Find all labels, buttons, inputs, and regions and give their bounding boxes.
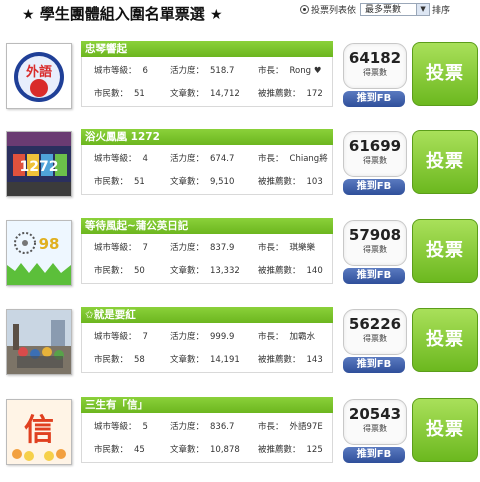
recommended-stat: 被推薦數： 125	[258, 445, 323, 455]
articles-stat: 文章數： 14,712	[170, 89, 240, 99]
vote-count-box: 61699 得票數	[343, 131, 407, 177]
citizens-stat: 市民數： 51	[94, 89, 145, 99]
vote-button[interactable]: 投票	[412, 398, 478, 462]
city-level-stat: 城市等級： 6	[94, 66, 148, 76]
vitality-stat: 活力度： 518.7	[170, 66, 235, 76]
citizens-stat: 市民數： 50	[94, 266, 145, 276]
city-level-stat: 城市等級： 7	[94, 332, 148, 342]
stats-panel: 城市等級： 7 活力度： 837.9 市長： 琪樂樂 市民數： 50 文章數： 13,33…	[81, 234, 333, 284]
team-avatar: 1272	[6, 131, 72, 197]
mayor-stat: 市長： Chiang將	[258, 154, 328, 164]
vitality-stat: 活力度： 836.7	[170, 422, 235, 432]
recommended-stat: 被推薦數： 103	[258, 177, 323, 187]
team-name[interactable]: 浴火鳳凰 1272	[81, 129, 333, 145]
vitality-stat: 活力度： 999.9	[170, 332, 235, 342]
vote-count-label: 得票數	[363, 245, 387, 254]
sort-radio[interactable]	[300, 5, 309, 14]
vote-button[interactable]: 投票	[412, 308, 478, 372]
avatar-text: 98	[39, 235, 60, 253]
sort-bar: 投票列表依 最多票數 ▼ 排序	[300, 2, 478, 20]
sort-select[interactable]: 最多票數 ▼	[360, 3, 431, 16]
vote-button[interactable]: 投票	[412, 219, 478, 283]
share-fb-button[interactable]: 推到FB	[343, 447, 405, 463]
mayor-stat: 市長： 外語97E	[258, 422, 323, 432]
city-level-stat: 城市等級： 4	[94, 154, 148, 164]
vote-count: 20543	[348, 405, 402, 423]
vote-count-box: 56226 得票數	[343, 309, 407, 355]
stats-panel: 城市等級： 4 活力度： 674.7 市長： Chiang將 市民數： 51 文章數： 9…	[81, 145, 333, 195]
team-avatar: 98	[6, 220, 72, 286]
entry-card: 信 三生有「信」 城市等級： 5 活力度： 836.7 市長： 外語97E 市民數： 4…	[0, 396, 480, 482]
page-title-text: 學生團體組入圍名單票選	[39, 5, 205, 23]
vote-count-label: 得票數	[363, 424, 387, 433]
mayor-stat: 市長： 加霸水	[258, 332, 316, 342]
stats-panel: 城市等級： 7 活力度： 999.9 市長： 加霸水 市民數： 58 文章數： 14,19…	[81, 323, 333, 373]
city-level-stat: 城市等級： 7	[94, 243, 148, 253]
team-name[interactable]: 忠琴響起	[81, 41, 333, 57]
articles-stat: 文章數： 9,510	[170, 177, 235, 187]
citizens-stat: 市民數： 51	[94, 177, 145, 187]
articles-stat: 文章數： 13,332	[170, 266, 240, 276]
vote-count: 64182	[348, 49, 402, 67]
entry-card: 外語 忠琴響起 城市等級： 6 活力度： 518.7 市長： Rong ♥ 市民數： 5…	[0, 40, 480, 126]
vote-count: 57908	[348, 226, 402, 244]
stats-panel: 城市等級： 6 活力度： 518.7 市長： Rong ♥ 市民數： 51 文章數： 14…	[81, 57, 333, 107]
mayor-stat: 市長： 琪樂樂	[258, 243, 316, 253]
citizens-stat: 市民數： 58	[94, 355, 145, 365]
page-header: ★ 學生團體組入圍名單票選 ★ 投票列表依 最多票數 ▼ 排序	[0, 0, 480, 28]
team-avatar: 信	[6, 399, 72, 465]
vitality-stat: 活力度： 674.7	[170, 154, 235, 164]
star-icon: ★	[210, 7, 223, 23]
vote-count-box: 20543 得票數	[343, 399, 407, 445]
team-name[interactable]: ✩就是要紅	[81, 307, 333, 323]
team-name[interactable]: 等待風起~蒲公英日記	[81, 218, 333, 234]
avatar-text: 信	[24, 413, 54, 448]
star-icon: ★	[22, 7, 35, 23]
vote-count-label: 得票數	[363, 156, 387, 165]
vote-count-label: 得票數	[363, 334, 387, 343]
vote-count-box: 64182 得票數	[343, 43, 407, 89]
share-fb-button[interactable]: 推到FB	[343, 91, 405, 107]
avatar-text: 1272	[20, 159, 59, 175]
page-title: ★ 學生團體組入圍名單票選 ★	[22, 3, 280, 25]
recommended-stat: 被推薦數： 172	[258, 89, 323, 99]
articles-stat: 文章數： 14,191	[170, 355, 240, 365]
sort-label: 投票列表依	[311, 6, 357, 16]
team-name[interactable]: 三生有「信」	[81, 397, 333, 413]
citizens-stat: 市民數： 45	[94, 445, 145, 455]
vote-count-box: 57908 得票數	[343, 220, 407, 266]
team-avatar: 外語	[6, 43, 72, 109]
recommended-stat: 被推薦數： 143	[258, 355, 323, 365]
city-level-stat: 城市等級： 5	[94, 422, 148, 432]
share-fb-button[interactable]: 推到FB	[343, 357, 405, 373]
entry-card: 98 等待風起~蒲公英日記 城市等級： 7 活力度： 837.9 市長： 琪樂樂 市民…	[0, 217, 480, 303]
vote-count: 61699	[348, 137, 402, 155]
avatar-text: 外語	[25, 64, 52, 80]
share-fb-button[interactable]: 推到FB	[343, 179, 405, 195]
vitality-stat: 活力度： 837.9	[170, 243, 235, 253]
articles-stat: 文章數： 10,878	[170, 445, 240, 455]
chevron-down-icon[interactable]: ▼	[416, 4, 430, 15]
vote-count: 56226	[348, 315, 402, 333]
sort-select-value: 最多票數	[365, 5, 402, 15]
vote-button[interactable]: 投票	[412, 42, 478, 106]
sort-button[interactable]: 排序	[432, 6, 450, 16]
entry-card: ✩就是要紅 城市等級： 7 活力度： 999.9 市長： 加霸水 市民數： 58 文章數…	[0, 306, 480, 392]
recommended-stat: 被推薦數： 140	[258, 266, 323, 276]
entry-card: 1272 浴火鳳凰 1272 城市等級： 4 活力度： 674.7 市長： Chian…	[0, 128, 480, 214]
mayor-stat: 市長： Rong ♥	[258, 66, 322, 76]
team-avatar	[6, 309, 72, 375]
share-fb-button[interactable]: 推到FB	[343, 268, 405, 284]
vote-button[interactable]: 投票	[412, 130, 478, 194]
vote-count-label: 得票數	[363, 68, 387, 77]
stats-panel: 城市等級： 5 活力度： 836.7 市長： 外語97E 市民數： 45 文章數： 10,…	[81, 413, 333, 463]
